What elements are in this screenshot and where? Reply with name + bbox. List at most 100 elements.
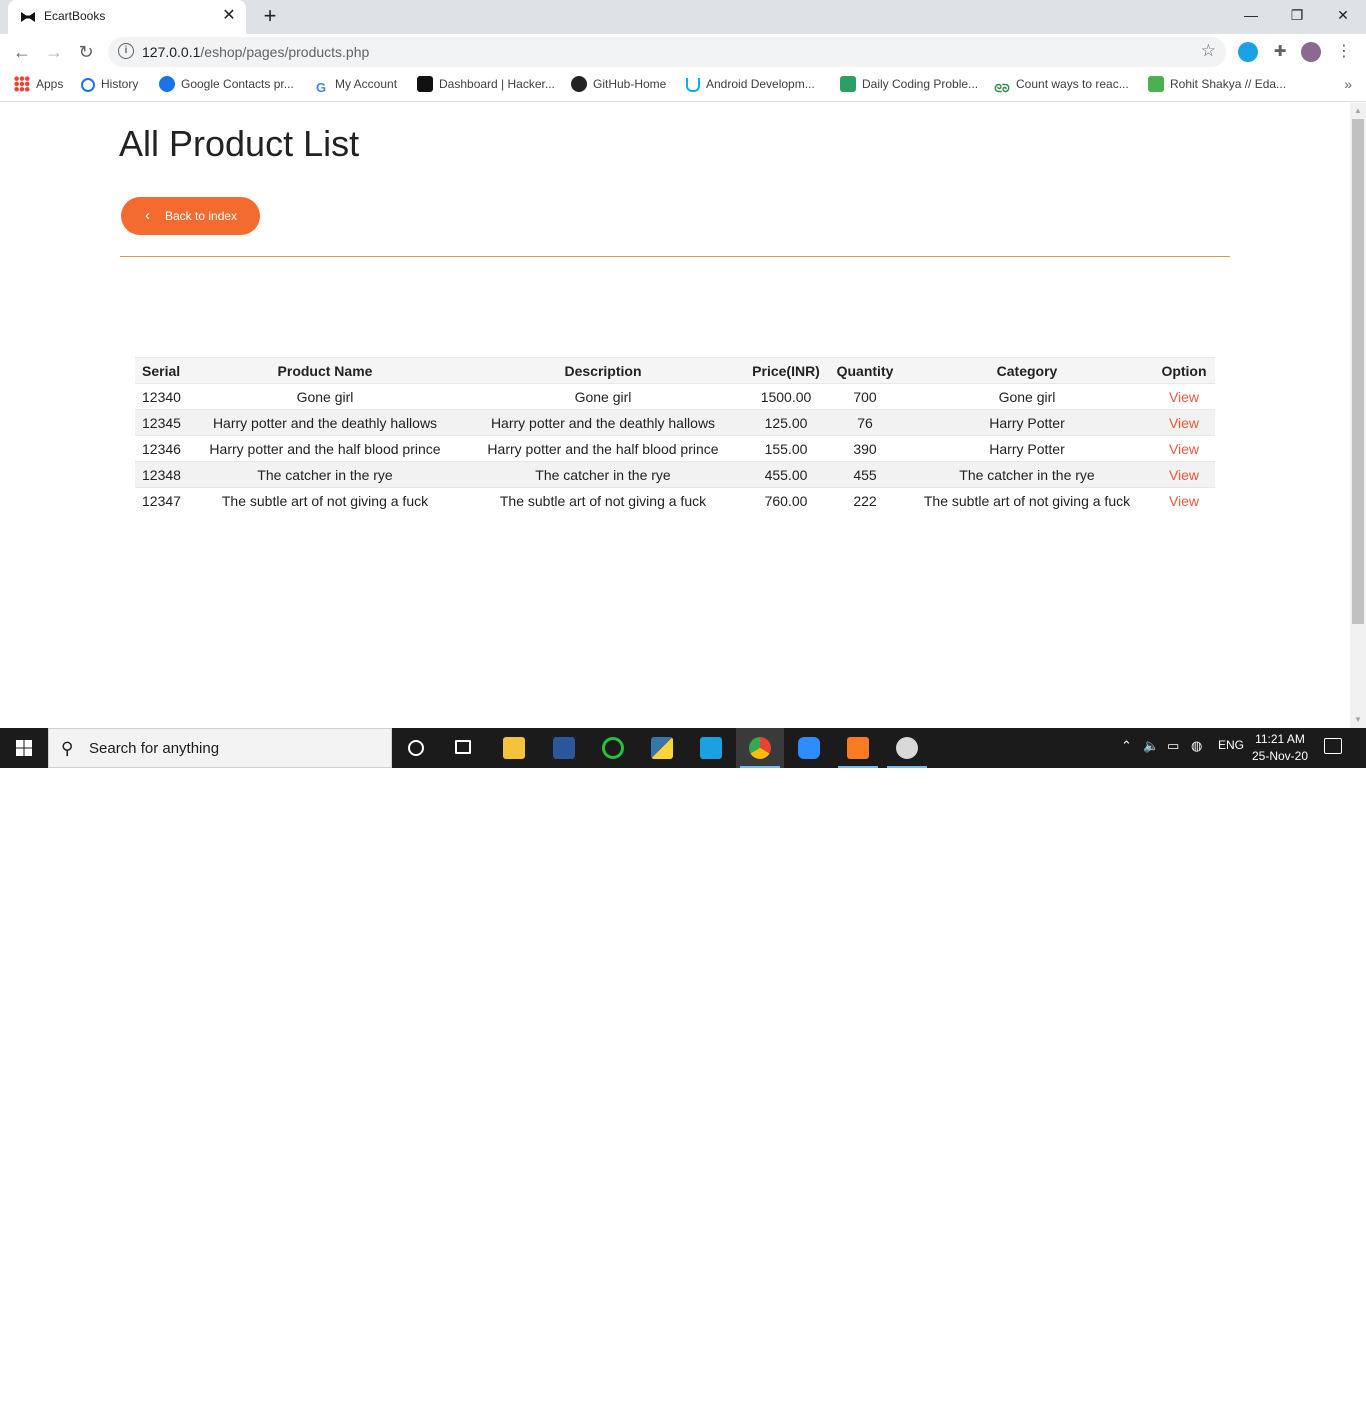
site-info-icon[interactable]: i	[118, 43, 134, 59]
bowtie-icon	[21, 12, 35, 22]
price-cell: 1500.00	[743, 383, 829, 410]
new-tab-button[interactable]: +	[258, 5, 282, 29]
taskbar-app-remote[interactable]	[687, 728, 735, 768]
bookmark-edabit[interactable]: Rohit Shakya // Eda...	[1148, 76, 1286, 96]
bookmark-label: GitHub-Home	[593, 77, 667, 91]
view-link[interactable]: View	[1153, 435, 1215, 462]
bookmark-my-account[interactable]: G My Account	[313, 76, 397, 96]
network-globe-icon[interactable]: ◍	[1191, 738, 1202, 754]
close-tab-icon[interactable]: ✕	[220, 7, 238, 25]
taskbar-app-chrome[interactable]	[736, 728, 784, 768]
quantity-cell: 455	[829, 461, 901, 488]
taskbar-app-python[interactable]	[638, 728, 686, 768]
reload-icon[interactable]: ↻	[74, 40, 98, 64]
bookmark-daily-coding[interactable]: Daily Coding Proble...	[840, 76, 978, 96]
tray-chevron-up-icon[interactable]: ⌃	[1121, 738, 1132, 754]
table-header-row: Serial Product Name Description Price(IN…	[135, 357, 1215, 384]
quantity-cell: 222	[829, 487, 901, 514]
column-header: Quantity	[829, 357, 901, 384]
extension-icon[interactable]	[1238, 42, 1258, 62]
taskbar-search-input[interactable]: ⚲ Search for anything	[48, 728, 392, 768]
minimize-icon[interactable]: —	[1228, 0, 1274, 30]
table-row: 12348 The catcher in the rye The catcher…	[135, 461, 1215, 488]
page-title: All Product List	[119, 123, 360, 164]
description-cell: The subtle art of not giving a fuck	[463, 487, 743, 514]
history-icon	[81, 78, 95, 92]
back-arrow-icon[interactable]: ←	[10, 40, 34, 64]
kebab-menu-icon[interactable]: ⋮	[1334, 42, 1354, 62]
system-clock[interactable]: 11:21 AM 25-Nov-20	[1248, 731, 1312, 765]
page-viewport: All Product List ‹ Back to index Serial …	[0, 103, 1350, 728]
bookmark-star-icon[interactable]: ☆	[1201, 41, 1216, 61]
bookmarks-overflow-icon[interactable]: »	[1344, 76, 1352, 92]
table-row: 12346 Harry potter and the half blood pr…	[135, 435, 1215, 462]
bookmark-apps[interactable]: Apps	[14, 76, 63, 96]
view-link[interactable]: View	[1153, 461, 1215, 488]
bookmark-label: My Account	[335, 77, 398, 91]
tab-title: EcartBooks	[44, 9, 106, 23]
quantity-cell: 390	[829, 435, 901, 462]
bookmark-geeksforgeeks[interactable]: ᘓᘐ Count ways to reac...	[994, 76, 1129, 96]
taskbar: ⚲ Search for anything ⌃ 🔈 ▭ ◍ ENG 11:21 …	[0, 728, 1366, 768]
column-header: Product Name	[187, 357, 463, 384]
bookmark-android[interactable]: Android Developm...	[686, 76, 815, 96]
taskbar-app-zoom[interactable]	[785, 728, 833, 768]
screen: EcartBooks ✕ + — ❐ ✕ ← → ↻ i 127.0.0.1/e…	[0, 0, 1366, 768]
scroll-up-icon[interactable]: ▲	[1353, 106, 1363, 116]
table-row: 12347 The subtle art of not giving a fuc…	[135, 487, 1215, 514]
bookmark-hackerrank[interactable]: Dashboard | Hacker...	[417, 76, 555, 96]
bookmark-history[interactable]: History	[81, 76, 138, 96]
product-name-cell: Harry potter and the deathly hallows	[187, 409, 463, 436]
bookmark-github[interactable]: GitHub-Home	[571, 76, 666, 96]
search-icon: ⚲	[61, 739, 74, 758]
language-indicator[interactable]: ENG	[1218, 738, 1244, 752]
taskbar-app-refresh[interactable]	[589, 728, 637, 768]
windows-start-button[interactable]	[0, 728, 48, 768]
profile-avatar[interactable]	[1301, 42, 1321, 62]
bookmark-label: Rohit Shakya // Eda...	[1170, 77, 1287, 91]
chevron-left-icon: ‹	[145, 207, 150, 224]
column-header: Description	[463, 357, 743, 384]
notification-center-icon[interactable]	[1324, 738, 1342, 754]
volume-icon[interactable]: 🔈	[1143, 738, 1159, 754]
restore-icon[interactable]: ❐	[1274, 0, 1320, 30]
back-to-index-button[interactable]: ‹ Back to index	[121, 197, 260, 235]
taskbar-app-word[interactable]	[540, 728, 588, 768]
running-indicator	[887, 766, 927, 768]
price-cell: 455.00	[743, 461, 829, 488]
url-path: /eshop/pages/products.php	[200, 44, 370, 60]
taskbar-app-explorer[interactable]	[490, 728, 538, 768]
bookmark-label: Dashboard | Hacker...	[439, 77, 555, 91]
scroll-thumb[interactable]	[1352, 119, 1364, 624]
cortana-button[interactable]	[392, 728, 440, 768]
view-link[interactable]: View	[1153, 487, 1215, 514]
cortana-circle-icon	[408, 740, 424, 756]
xampp-icon	[847, 737, 869, 759]
product-name-cell: Gone girl	[187, 383, 463, 410]
product-name-cell: Harry potter and the half blood prince	[187, 435, 463, 462]
task-view-button[interactable]	[440, 728, 488, 768]
bookmark-label: Count ways to reac...	[1016, 77, 1129, 91]
bookmarks-bar: Apps History Google Contacts pr... G My A…	[0, 70, 1366, 102]
product-name-cell: The catcher in the rye	[187, 461, 463, 488]
bookmark-label: Google Contacts pr...	[181, 77, 294, 91]
page-scrollbar[interactable]: ▲ ▼	[1350, 103, 1366, 728]
column-header: Serial	[135, 357, 187, 384]
taskbar-app-xampp[interactable]	[834, 728, 882, 768]
address-bar[interactable]: i 127.0.0.1/eshop/pages/products.php ☆	[108, 37, 1226, 67]
browser-tab[interactable]: EcartBooks ✕	[8, 0, 246, 34]
column-header: Category	[901, 357, 1153, 384]
products-table: Serial Product Name Description Price(IN…	[135, 357, 1215, 514]
taskbar-app-paint[interactable]	[883, 728, 931, 768]
view-link[interactable]: View	[1153, 409, 1215, 436]
url-text: 127.0.0.1/eshop/pages/products.php	[142, 44, 369, 60]
back-button-label: Back to index	[165, 209, 238, 223]
puzzle-icon[interactable]: ✚	[1270, 42, 1290, 62]
view-link[interactable]: View	[1153, 383, 1215, 410]
bookmark-google-contacts[interactable]: Google Contacts pr...	[159, 76, 294, 96]
forward-arrow-icon[interactable]: →	[42, 40, 66, 64]
battery-icon[interactable]: ▭	[1167, 738, 1179, 754]
window-close-icon[interactable]: ✕	[1320, 0, 1366, 30]
scroll-down-icon[interactable]: ▼	[1353, 715, 1363, 725]
column-header: Option	[1153, 357, 1215, 384]
